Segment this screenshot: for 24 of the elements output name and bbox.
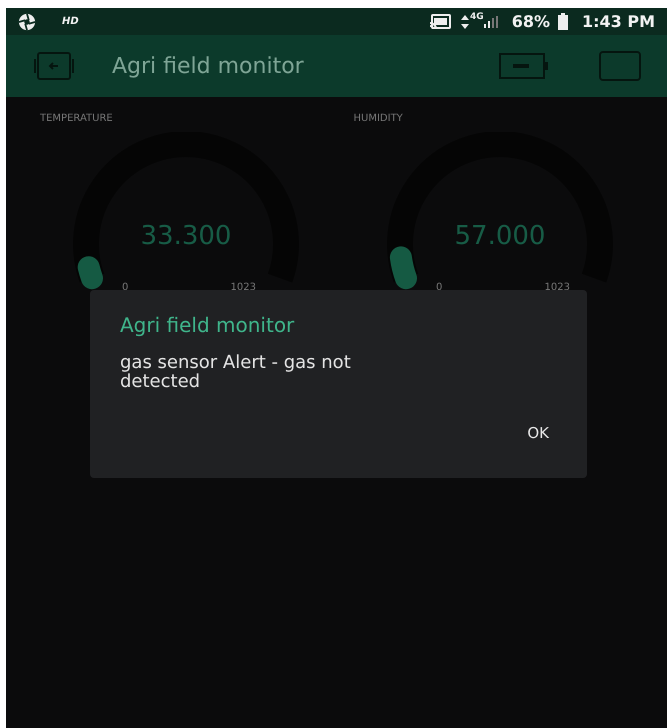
hd-label: HD bbox=[62, 15, 79, 29]
gauge-value: 57.000 bbox=[454, 221, 545, 251]
cast-icon bbox=[429, 14, 452, 30]
gauge-label: HUMIDITY bbox=[354, 112, 404, 126]
app-title: Agri field monitor bbox=[112, 52, 304, 80]
gauge-max: 1023 bbox=[544, 282, 570, 293]
dialog-title: Agri field monitor bbox=[120, 312, 296, 339]
gauge-min: 0 bbox=[436, 282, 442, 293]
network-label: 4G bbox=[470, 11, 484, 24]
gauge-min: 0 bbox=[122, 282, 128, 293]
ok-button[interactable]: OK bbox=[519, 418, 557, 448]
device-icon[interactable] bbox=[32, 51, 76, 81]
dialog-message: gas sensor Alert - gas not detected bbox=[120, 354, 352, 392]
data-arrows-icon bbox=[461, 14, 470, 28]
battery-icon[interactable] bbox=[499, 53, 549, 79]
gauge-value: 33.300 bbox=[140, 221, 232, 251]
aperture-icon bbox=[18, 12, 36, 30]
signal-icon bbox=[484, 16, 498, 28]
battery-percent: 68% bbox=[512, 10, 550, 32]
square-icon[interactable] bbox=[599, 51, 641, 81]
clock: 1:43 PM bbox=[582, 10, 655, 32]
gauge-label: TEMPERATURE bbox=[40, 112, 114, 126]
gauge-max: 1023 bbox=[230, 282, 256, 293]
battery-icon bbox=[558, 13, 568, 30]
